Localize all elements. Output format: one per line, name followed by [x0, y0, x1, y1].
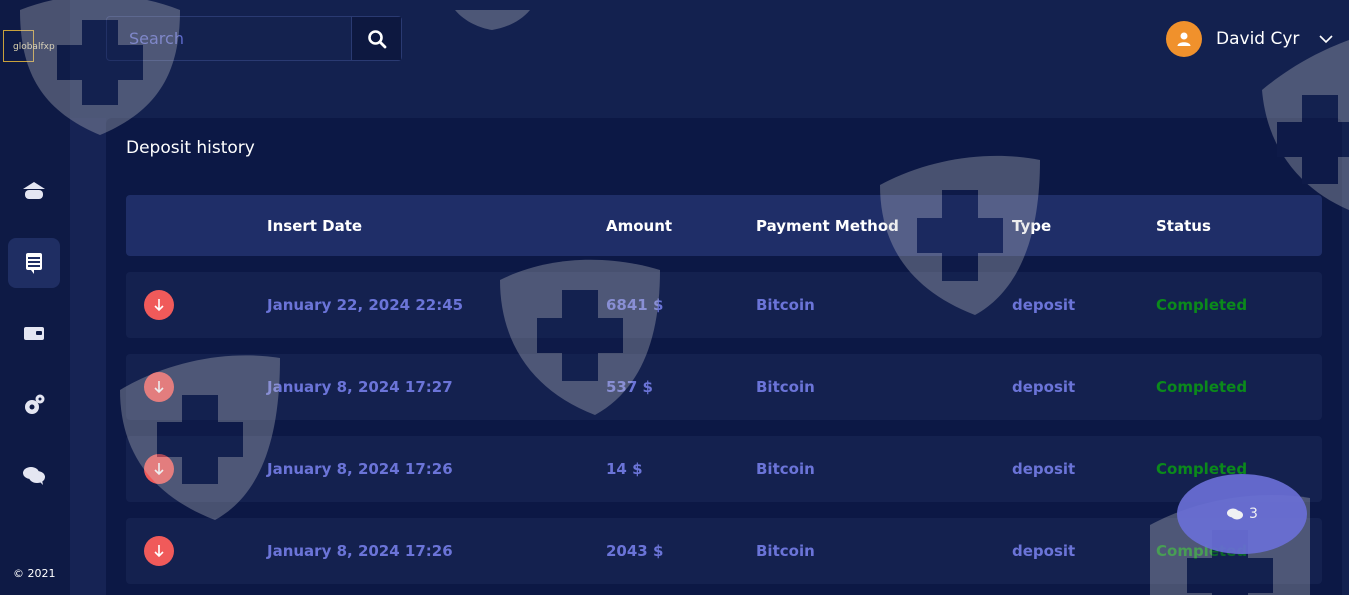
table-row: January 8, 2024 17:26 2043 $ Bitcoin dep…	[126, 518, 1322, 584]
status-badge: Completed	[1156, 296, 1248, 314]
user-icon	[1177, 32, 1191, 46]
row-amount: 14 $	[606, 460, 643, 478]
row-payment-method: Bitcoin	[756, 378, 815, 396]
row-payment-method: Bitcoin	[756, 296, 815, 314]
deposit-arrow-icon	[144, 290, 174, 320]
chevron-down-icon	[1319, 35, 1333, 44]
sidebar-item-history[interactable]	[8, 238, 60, 288]
header-type: Type	[1012, 216, 1052, 235]
shield-watermark-icon	[455, 10, 530, 30]
deposit-arrow-icon	[144, 372, 174, 402]
sidebar-item-wallet[interactable]	[8, 308, 60, 358]
row-type: deposit	[1012, 378, 1076, 396]
row-amount: 2043 $	[606, 542, 664, 560]
header-amount: Amount	[606, 216, 673, 235]
row-date: January 8, 2024 17:27	[267, 378, 453, 396]
search-input[interactable]	[107, 17, 351, 60]
chat-icon	[23, 467, 45, 485]
copyright: © 2021	[13, 567, 56, 580]
logo[interactable]: globalfxp	[3, 30, 55, 62]
avatar	[1166, 21, 1202, 57]
search-box	[106, 16, 402, 61]
chat-icon	[1227, 508, 1244, 520]
status-badge: Completed	[1156, 378, 1248, 396]
header-payment-method: Payment Method	[756, 216, 899, 235]
row-amount: 537 $	[606, 378, 653, 396]
table-row: January 8, 2024 17:27 537 $ Bitcoin depo…	[126, 354, 1322, 420]
row-payment-method: Bitcoin	[756, 460, 815, 478]
row-date: January 22, 2024 22:45	[267, 296, 464, 314]
bank-icon	[23, 182, 45, 199]
header-status: Status	[1156, 216, 1211, 235]
search-icon	[367, 29, 386, 48]
user-name: David Cyr	[1216, 29, 1300, 49]
gears-icon	[25, 394, 45, 414]
deposit-arrow-icon	[144, 454, 174, 484]
table-row: January 22, 2024 22:45 6841 $ Bitcoin de…	[126, 272, 1322, 338]
side-strip	[70, 118, 106, 595]
row-payment-method: Bitcoin	[756, 542, 815, 560]
row-type: deposit	[1012, 296, 1076, 314]
table-row: January 8, 2024 17:26 14 $ Bitcoin depos…	[126, 436, 1322, 502]
user-menu[interactable]: David Cyr	[1166, 21, 1333, 57]
row-date: January 8, 2024 17:26	[267, 460, 453, 478]
sidebar-item-settings[interactable]	[8, 380, 60, 430]
deposit-history-card: Deposit history Insert Date Amount Payme…	[106, 118, 1342, 595]
chat-button[interactable]: 3	[1177, 474, 1307, 554]
wallet-icon	[24, 327, 44, 340]
sidebar: globalfxp © 2021	[0, 0, 70, 595]
row-amount: 6841 $	[606, 296, 664, 314]
chat-count: 3	[1249, 506, 1258, 522]
row-date: January 8, 2024 17:26	[267, 542, 453, 560]
deposit-arrow-icon	[144, 536, 174, 566]
row-type: deposit	[1012, 460, 1076, 478]
sidebar-item-dashboard[interactable]	[8, 166, 60, 216]
page-title: Deposit history	[126, 138, 255, 158]
table-header: Insert Date Amount Payment Method Type S…	[126, 195, 1322, 256]
sidebar-item-support[interactable]	[8, 450, 60, 500]
row-type: deposit	[1012, 542, 1076, 560]
document-list-icon	[26, 253, 42, 274]
search-button[interactable]	[351, 17, 401, 60]
header-insert-date: Insert Date	[267, 216, 363, 235]
